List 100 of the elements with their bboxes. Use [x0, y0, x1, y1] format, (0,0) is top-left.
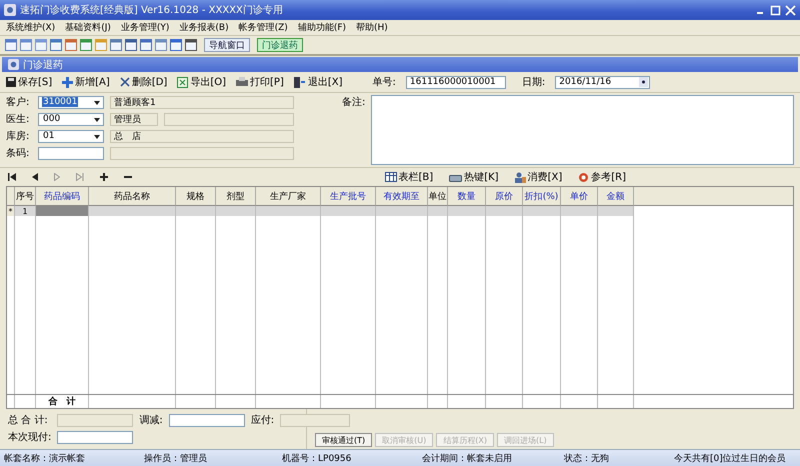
cross-icon	[120, 77, 130, 87]
column-header[interactable]: 药品编码	[36, 187, 89, 206]
code-text: 310001	[42, 97, 78, 107]
date-field[interactable]: 2016/11/16	[555, 76, 650, 88]
keyboard-icon	[449, 172, 462, 182]
app-icon	[4, 4, 16, 16]
maximize-icon[interactable]	[770, 4, 781, 16]
toolbar-button[interactable]: 新增[A]	[62, 75, 110, 89]
field-label: 本次现付:	[8, 430, 52, 444]
column-header[interactable]: 折扣(%)	[523, 187, 561, 206]
column-header[interactable]: 单价	[561, 187, 598, 206]
sheet-icon	[177, 76, 188, 88]
table-cell[interactable]	[176, 206, 216, 216]
column-header[interactable]: 规格	[176, 187, 216, 206]
amount-field[interactable]	[57, 430, 134, 444]
menu-item[interactable]: 辅助功能(F)	[298, 21, 346, 34]
menu-item[interactable]: 系统维护(X)	[6, 21, 56, 34]
table-cell[interactable]	[89, 206, 176, 216]
person-icon	[514, 172, 526, 182]
toolbar-button[interactable]: 表栏[B]	[384, 170, 434, 184]
code-field[interactable]: 01	[38, 130, 104, 142]
table-cell[interactable]	[36, 206, 89, 216]
status-text: 操作员：管理员	[144, 452, 208, 464]
table-cell[interactable]	[376, 206, 428, 216]
menu-item[interactable]: 帮助(H)	[356, 21, 388, 34]
table-cell[interactable]	[523, 206, 561, 216]
toolbar-button[interactable]: 退出[X]	[294, 75, 343, 89]
column-header[interactable]: 有效期至	[376, 187, 428, 206]
window-tab[interactable]: 导航窗口	[204, 38, 250, 52]
table-cell[interactable]	[598, 206, 634, 216]
minus-icon[interactable]	[124, 173, 132, 181]
table-cell[interactable]	[321, 206, 376, 216]
code-text: 000	[42, 114, 62, 124]
status-text: 状态：无狗	[564, 452, 610, 464]
table-cell[interactable]	[216, 206, 256, 216]
window-icon[interactable]	[80, 39, 92, 51]
code-field[interactable]: 310001	[38, 96, 104, 108]
status-text: 会计期间：帐套未启用	[422, 452, 513, 464]
window-icon[interactable]	[50, 39, 62, 51]
toolbar-button[interactable]: 保存[S]	[6, 75, 52, 89]
window-icon[interactable]	[110, 39, 122, 51]
column-header[interactable]: 数量	[448, 187, 486, 206]
code-text: 01	[42, 131, 56, 141]
status-text: 机器号：LP0956	[282, 452, 352, 464]
toolbar-button[interactable]: 参考[R]	[578, 170, 626, 184]
window-icon[interactable]	[125, 39, 137, 51]
plus-icon	[62, 76, 74, 88]
window-icon[interactable]	[5, 39, 17, 51]
plus-icon[interactable]	[100, 173, 108, 181]
action-button[interactable]: 审核通过(T)	[315, 433, 372, 447]
status-text: 今天共有[0]位过生日的会员	[674, 452, 787, 464]
field-label: 应付:	[250, 414, 274, 427]
first-record-icon[interactable]	[8, 173, 16, 181]
order-number-field[interactable]: 161116000010001	[406, 76, 506, 88]
column-header[interactable]: 生产批号	[321, 187, 376, 206]
column-header[interactable]: 药品名称	[89, 187, 176, 206]
menu-item[interactable]: 基础资料(J)	[65, 21, 111, 34]
window-icon[interactable]	[140, 39, 152, 51]
previous-icon[interactable]	[32, 173, 38, 181]
amount-field[interactable]	[168, 414, 245, 426]
toolbar-button[interactable]: 消费[X]	[514, 170, 562, 184]
toolbar-button[interactable]: 打印[P]	[236, 75, 284, 89]
table-cell[interactable]	[428, 206, 448, 216]
window-icon[interactable]	[170, 39, 182, 51]
next-icon[interactable]	[54, 173, 60, 181]
window-tab[interactable]: 门诊退药	[257, 38, 303, 52]
field-label: 日期:	[522, 76, 546, 89]
toolbar-button[interactable]: 删除[D]	[120, 75, 168, 89]
menu-item[interactable]: 业务报表(B)	[179, 21, 229, 34]
menu-item[interactable]: 帐务管理(Z)	[238, 21, 288, 34]
column-header[interactable]: 剂型	[216, 187, 256, 206]
toolbar-button[interactable]: 热键[K]	[449, 170, 499, 184]
column-header[interactable]: 序号	[15, 187, 36, 206]
table-cell[interactable]	[561, 206, 598, 216]
table-cell[interactable]	[486, 206, 523, 216]
dropdown-icon[interactable]	[639, 77, 648, 87]
table-cell[interactable]	[256, 206, 321, 216]
column-header[interactable]: 原价	[486, 187, 523, 206]
field-label: 库房:	[6, 130, 30, 143]
barcode-field[interactable]	[38, 146, 104, 160]
field-label: 单号:	[372, 76, 396, 89]
column-header[interactable]: 生产厂家	[256, 187, 321, 206]
close-icon[interactable]	[785, 4, 796, 16]
field-label: 总 合 计:	[8, 414, 49, 427]
toolbar-button[interactable]: 导出[O]	[177, 75, 226, 89]
status-text: 帐套名称：演示帐套	[4, 452, 86, 464]
table-cell[interactable]	[448, 206, 486, 216]
table-icon	[384, 172, 397, 182]
window-icon[interactable]	[65, 39, 77, 51]
field-label: 条码:	[6, 147, 30, 160]
window-icon[interactable]	[185, 39, 197, 51]
code-field[interactable]: 000	[38, 112, 104, 126]
column-header[interactable]: 单位	[428, 187, 448, 206]
remark-field[interactable]	[371, 95, 794, 165]
menu-item[interactable]: 业务管理(Y)	[120, 21, 170, 34]
field-label: 备注:	[342, 96, 366, 110]
printer-icon	[236, 77, 248, 87]
column-header[interactable]: 金额	[598, 187, 634, 206]
name-field: 普通顾客1	[110, 96, 294, 108]
last-record-icon[interactable]	[76, 173, 84, 181]
